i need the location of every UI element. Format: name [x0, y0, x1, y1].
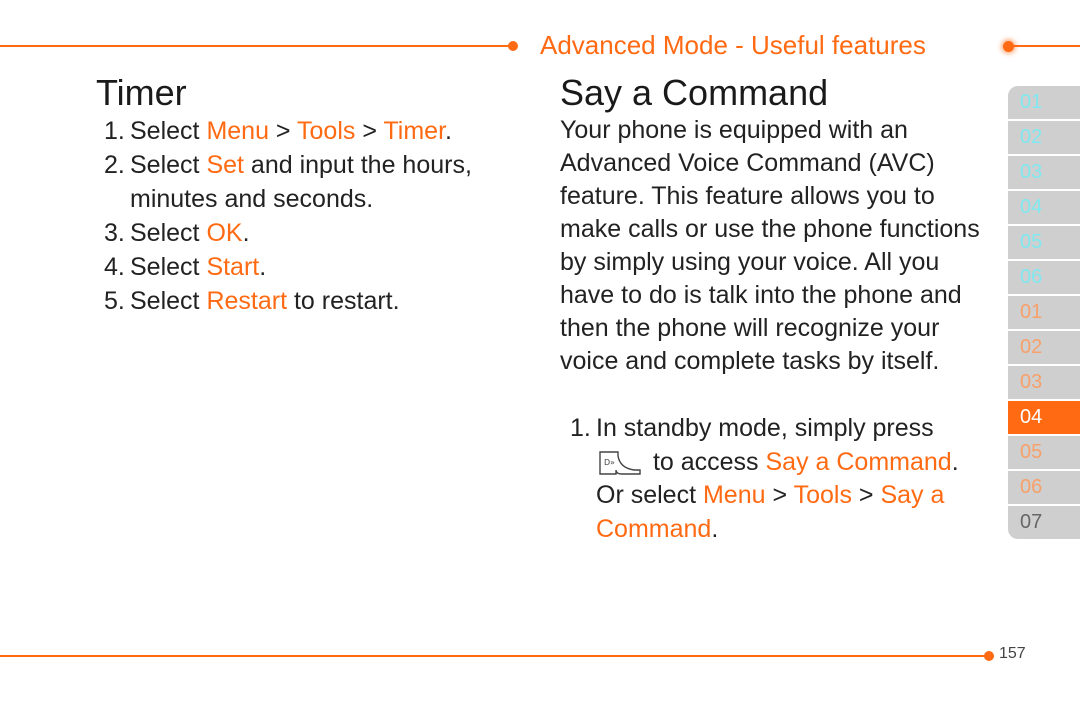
chapter-tab-2[interactable]: 02	[1008, 121, 1080, 154]
chapter-tab-1[interactable]: 01	[1008, 86, 1080, 119]
tools-link: Tools	[793, 481, 852, 509]
say-command-intro: Your phone is equipped with an Advanced …	[560, 116, 980, 375]
timer-link: Timer	[383, 117, 446, 145]
chapter-tab-12[interactable]: 06	[1008, 471, 1080, 504]
chapter-tab-10[interactable]: 04	[1008, 401, 1080, 434]
timer-steps: 1. Select Menu > Tools > Timer. 2. Selec…	[104, 114, 514, 318]
chapter-tab-8[interactable]: 02	[1008, 331, 1080, 364]
menu-link: Menu	[702, 481, 766, 509]
chapter-tab-9[interactable]: 03	[1008, 366, 1080, 399]
voice-key-icon: D»	[599, 450, 641, 475]
set-link: Set	[206, 151, 244, 179]
timer-step: 2. Select Set and input the hours, minut…	[104, 151, 472, 213]
say-command-heading: Say a Command	[560, 72, 829, 113]
chapter-tab-11[interactable]: 05	[1008, 436, 1080, 469]
chapter-tab-6[interactable]: 06	[1008, 261, 1080, 294]
section-title: Advanced Mode - Useful features	[540, 30, 926, 60]
restart-link: Restart	[206, 287, 288, 315]
timer-heading: Timer	[96, 72, 187, 113]
menu-link: Menu	[206, 117, 269, 145]
tools-link: Tools	[297, 117, 356, 145]
chapter-tab-7[interactable]: 01	[1008, 296, 1080, 329]
timer-step: 1. Select Menu > Tools > Timer.	[104, 117, 452, 145]
footer-rule	[0, 655, 988, 657]
say-command-step: 1. In standby mode, simply press D» to ac…	[570, 414, 959, 543]
chapter-tab-5[interactable]: 05	[1008, 226, 1080, 259]
ok-link: OK	[206, 219, 243, 247]
header-rule-left	[0, 45, 512, 47]
footer-dot	[984, 651, 994, 661]
header-rule-right	[1012, 45, 1080, 47]
svg-text:D»: D»	[604, 458, 615, 467]
chapter-tabs: 01 02 03 04 05 06 01 02 03 04 05 06 07	[1008, 86, 1080, 541]
timer-step: 3. Select OK.	[104, 219, 250, 247]
chapter-tab-4[interactable]: 04	[1008, 191, 1080, 224]
chapter-tab-13[interactable]: 07	[1008, 506, 1080, 539]
start-link: Start	[206, 253, 260, 281]
header-dot-left	[508, 41, 518, 51]
chapter-tab-3[interactable]: 03	[1008, 156, 1080, 189]
say-a-command-link: Say a Command	[765, 447, 952, 476]
timer-step: 4. Select Start.	[104, 253, 267, 281]
page-number: 157	[999, 645, 1026, 662]
timer-step: 5. Select Restart to restart.	[104, 287, 400, 315]
